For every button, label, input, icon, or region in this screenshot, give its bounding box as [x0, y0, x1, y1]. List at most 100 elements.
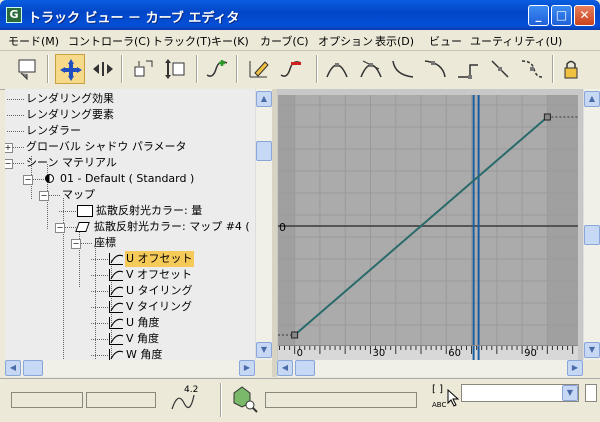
tangent-step-button[interactable] — [453, 54, 483, 84]
tree-connector — [7, 131, 25, 132]
time-ruler[interactable]: 0 30 60 90 — [278, 345, 578, 360]
tree-guide-line — [79, 227, 80, 287]
tree-connector — [91, 323, 109, 324]
graph-scroll-up-icon[interactable]: ▲ — [584, 91, 600, 107]
lock-selection-button[interactable] — [558, 54, 588, 84]
menu-display[interactable]: 表示(D) — [375, 33, 414, 49]
expression-field[interactable] — [265, 392, 417, 408]
curve-track-icon — [109, 333, 124, 345]
curve-value-display: 4.2 — [170, 385, 202, 415]
menu-key[interactable]: キー(K) — [211, 33, 249, 49]
draw-curve-icon — [206, 60, 228, 77]
ruler-label: 0 — [296, 348, 303, 359]
menu-view[interactable]: ビュー — [429, 33, 462, 49]
minimize-button[interactable]: _ — [528, 5, 549, 26]
map-icon — [75, 222, 90, 232]
graph-vertical-scrollbar[interactable]: ▲ ▼ — [583, 89, 600, 360]
expand-icon[interactable]: + — [5, 143, 13, 153]
maximize-button[interactable]: □ — [551, 5, 572, 26]
tangent-slow-button[interactable] — [420, 54, 450, 84]
scroll-right-icon[interactable]: ▶ — [239, 360, 255, 376]
menu-options[interactable]: オプション — [318, 33, 373, 49]
tree-row-label: シーン マテリアル — [26, 156, 117, 169]
tree-row-label: W 角度 — [126, 348, 163, 360]
move-keys-button[interactable] — [55, 54, 85, 84]
window-title: トラック ビュー － カーブ エディタ — [28, 11, 240, 26]
menu-track[interactable]: トラック(T) — [152, 33, 211, 49]
collapse-icon[interactable]: − — [5, 159, 13, 169]
edit-keys-button[interactable] — [244, 54, 274, 84]
key-point — [291, 331, 299, 339]
menu-curve[interactable]: カーブ(C) — [260, 33, 309, 49]
slide-keys-button[interactable] — [128, 54, 158, 84]
curve-track-icon — [109, 349, 124, 360]
tree-vertical-scrollbar[interactable]: ▲ ▼ — [255, 89, 273, 360]
scale-keys-button[interactable] — [160, 54, 190, 84]
hscroll-thumb[interactable] — [23, 360, 43, 376]
tree-row-label: レンダリング要素 — [26, 108, 114, 121]
curve-track-icon — [109, 301, 124, 313]
graph-scroll-down-icon[interactable]: ▼ — [584, 342, 600, 358]
close-button[interactable]: ✕ — [574, 5, 595, 26]
track-name-field[interactable] — [11, 392, 83, 408]
graph-scroll-thumb[interactable] — [584, 225, 600, 245]
value-zero-label: 0 — [279, 221, 286, 234]
tangent-linear-button[interactable] — [485, 54, 515, 84]
collapse-icon[interactable]: − — [39, 191, 49, 201]
scroll-up-icon[interactable]: ▲ — [256, 91, 272, 107]
tree-row-label: 拡散反射光カラー: 量 — [96, 204, 203, 217]
draw-curves-button[interactable] — [202, 54, 232, 84]
scroll-down-icon[interactable]: ▼ — [256, 342, 272, 358]
tangent-fast-button[interactable] — [388, 54, 418, 84]
collapse-icon[interactable]: − — [23, 175, 33, 185]
tree-row-label: U オフセット — [125, 251, 194, 267]
tree-row-label: U 角度 — [126, 316, 160, 329]
abc-label: ABC — [432, 401, 447, 409]
tree-horizontal-scrollbar[interactable]: ◀ ▶ — [5, 360, 255, 377]
delete-keys-button[interactable] — [276, 54, 306, 84]
tangent-auto-button[interactable] — [322, 54, 352, 84]
filter-icon — [18, 59, 36, 81]
tree-row-label: V タイリング — [126, 300, 193, 313]
tangent-smooth-button[interactable] — [517, 54, 547, 84]
scroll-left-icon[interactable]: ◀ — [5, 360, 21, 376]
tree-row-label: レンダラー — [26, 124, 81, 137]
lock-icon — [564, 60, 578, 79]
graph-scroll-left-icon[interactable]: ◀ — [277, 360, 293, 376]
tree-row-label: 01 - Default ( Standard ) — [60, 172, 195, 185]
collapse-icon[interactable]: − — [71, 239, 81, 249]
graph-out-range-left — [278, 95, 295, 345]
filter-button[interactable] — [13, 54, 43, 84]
tree-connector — [91, 275, 109, 276]
graph-scroll-right-icon[interactable]: ▶ — [567, 360, 583, 376]
dropdown-arrow-icon[interactable]: ▼ — [562, 385, 578, 401]
track-bar-icon — [77, 205, 93, 217]
curve-graph[interactable] — [278, 95, 578, 345]
curve-graph-canvas[interactable] — [278, 95, 578, 345]
tree-connector — [91, 355, 109, 356]
bracket-label: [ ] — [432, 384, 443, 395]
menu-mode[interactable]: モード(M) — [8, 33, 59, 49]
menu-controller[interactable]: コントローラ(C) — [68, 33, 150, 49]
curve-track-icon — [109, 269, 124, 281]
ruler-label: 90 — [524, 348, 537, 359]
title-bar[interactable]: G トラック ビュー － カーブ エディタ _ □ ✕ — [0, 0, 600, 30]
extra-field[interactable] — [585, 384, 597, 402]
graph-hscroll-thumb[interactable] — [295, 360, 315, 376]
cursor-arrow-icon — [447, 388, 460, 410]
scroll-thumb[interactable] — [256, 141, 272, 161]
tangent-linear-icon — [491, 60, 509, 78]
tree-row-label: マップ — [62, 188, 95, 201]
zoom-selected-button[interactable] — [232, 385, 258, 413]
ruler-label: 30 — [372, 348, 386, 359]
key-filter-dropdown[interactable]: ▼ — [461, 384, 579, 402]
track-value-field[interactable] — [86, 392, 156, 408]
collapse-icon[interactable]: − — [55, 223, 65, 233]
graph-horizontal-scrollbar[interactable]: ◀ ▶ — [277, 360, 583, 377]
move-horizontal-button[interactable] — [88, 54, 118, 84]
tangent-fast-icon — [392, 60, 414, 78]
graph-out-range-right — [547, 95, 578, 345]
tangent-custom-button[interactable] — [356, 54, 386, 84]
pencil-icon — [249, 61, 269, 78]
menu-utilities[interactable]: ユーティリティ(U) — [470, 33, 562, 49]
